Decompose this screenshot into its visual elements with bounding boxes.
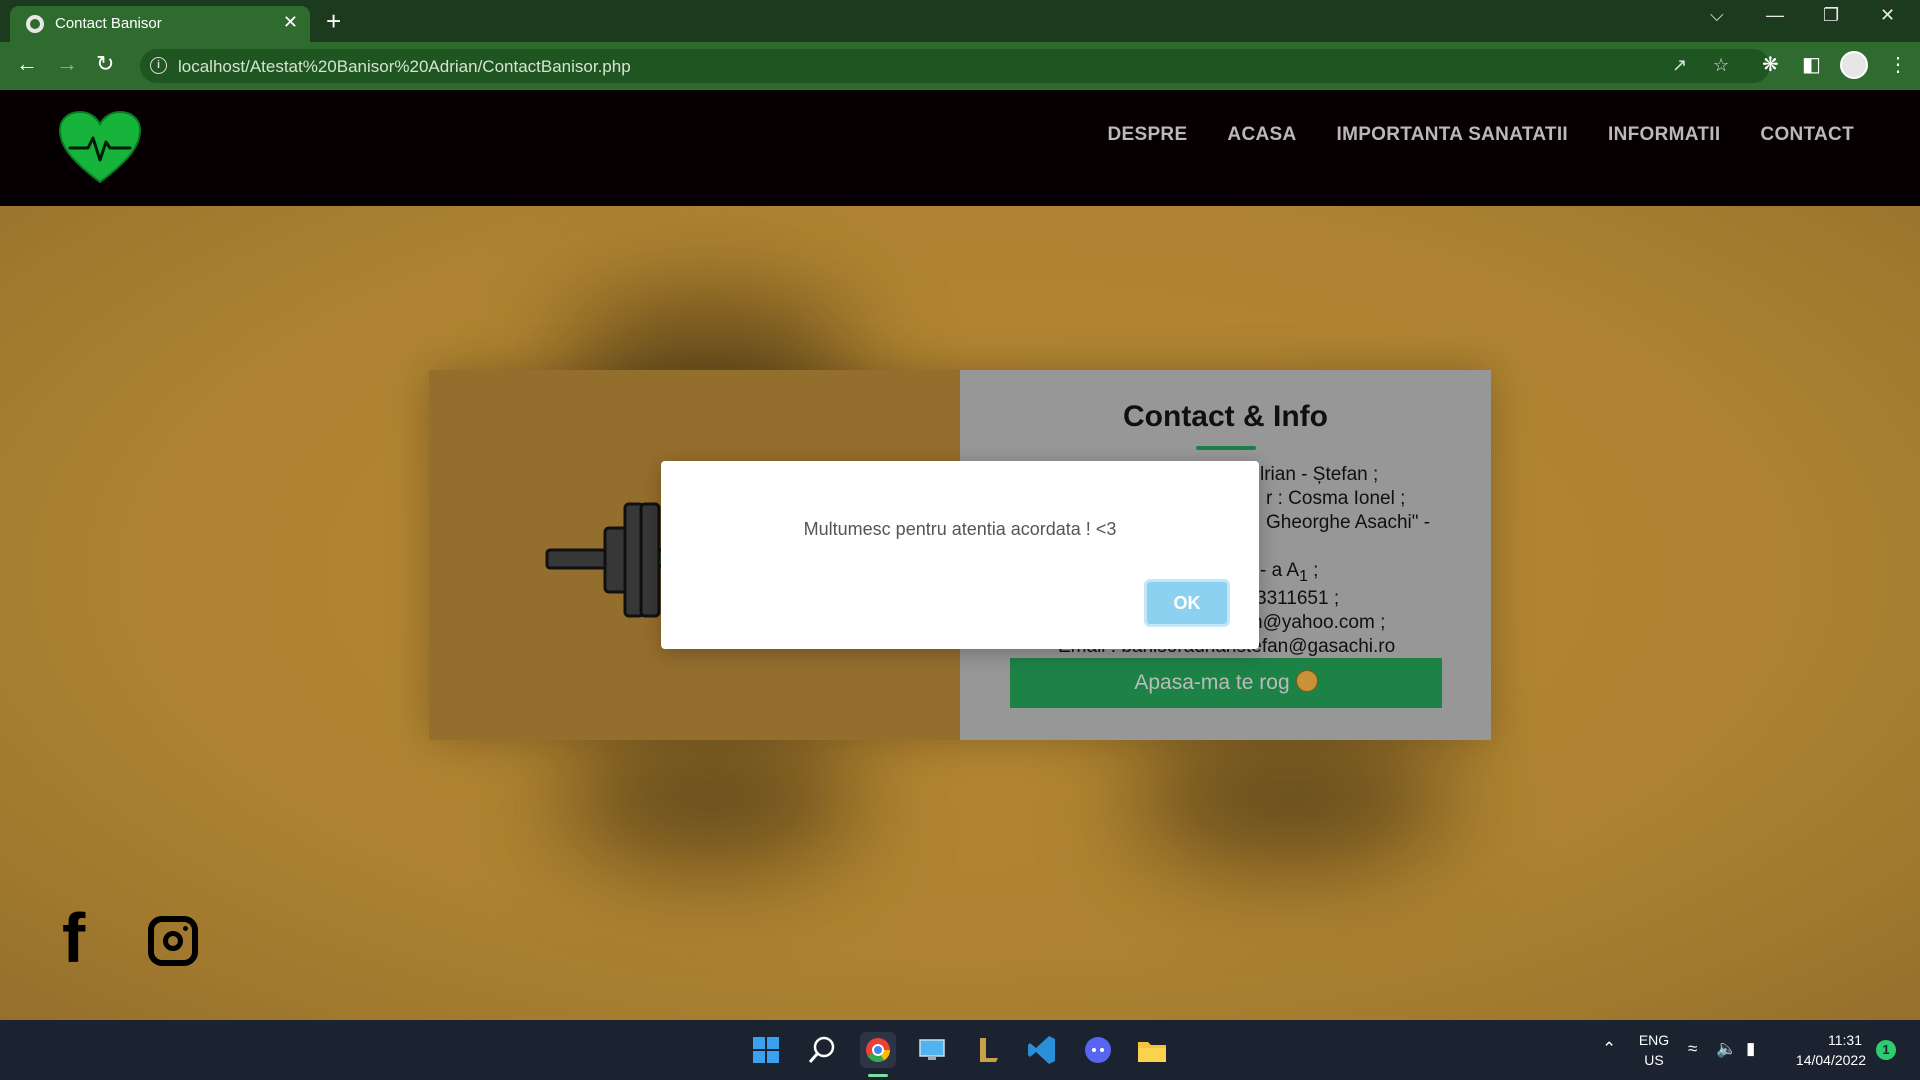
tab-search-chevron-icon[interactable]: ⌵: [1710, 5, 1724, 26]
bookmark-star-icon[interactable]: ☆: [1713, 55, 1729, 76]
wifi-icon[interactable]: ≈: [1688, 1039, 1697, 1059]
new-tab-button[interactable]: +: [326, 6, 341, 36]
browser-toolbar: ← → ↻ i localhost/Atestat%20Banisor%20Ad…: [0, 42, 1920, 90]
alert-dialog: Multumesc pentru atentia acordata ! <3 O…: [661, 461, 1259, 649]
profile-avatar[interactable]: [1840, 51, 1868, 79]
tab-close-icon[interactable]: ✕: [283, 12, 298, 33]
close-window-button[interactable]: ✕: [1880, 5, 1895, 26]
notification-badge[interactable]: 1: [1876, 1040, 1896, 1060]
side-panel-icon[interactable]: ◧: [1802, 52, 1821, 77]
windows-taskbar: ⌃ ENG US ≈ 🔈 ▮ 11:31 14/04/2022: [0, 1020, 1920, 1080]
tab-title: Contact Banisor: [55, 15, 162, 32]
share-icon[interactable]: ↗: [1672, 55, 1687, 76]
browser-tab-bar: Contact Banisor ✕ + ⌵ — ❐ ✕: [0, 0, 1920, 42]
ok-button[interactable]: OK: [1144, 579, 1230, 627]
desktop-icon[interactable]: [914, 1032, 950, 1068]
battery-icon[interactable]: ▮: [1746, 1039, 1755, 1059]
heart-logo-icon[interactable]: [58, 110, 142, 186]
clock-time[interactable]: 11:31: [1786, 1032, 1862, 1048]
forward-arrow-icon[interactable]: →: [56, 51, 78, 77]
extensions-puzzle-icon[interactable]: ❋: [1762, 52, 1779, 77]
vscode-icon[interactable]: [1024, 1032, 1060, 1068]
globe-icon: [26, 15, 44, 33]
site-info-icon[interactable]: i: [150, 57, 167, 74]
nav-link-informatii[interactable]: INFORMATII: [1608, 124, 1720, 146]
restore-button[interactable]: ❐: [1823, 5, 1839, 26]
address-bar[interactable]: i localhost/Atestat%20Banisor%20Adrian/C…: [140, 49, 1770, 83]
active-app-indicator: [868, 1074, 888, 1077]
language-code[interactable]: ENG: [1636, 1032, 1672, 1048]
url-text: localhost/Atestat%20Banisor%20Adrian/Con…: [178, 57, 631, 76]
menu-dots-icon[interactable]: ⋮: [1888, 52, 1908, 77]
windows-start-icon[interactable]: [748, 1032, 784, 1068]
nav-link-despre[interactable]: DESPRE: [1107, 124, 1187, 146]
tray-chevron-up-icon[interactable]: ⌃: [1602, 1039, 1616, 1059]
minimize-button[interactable]: —: [1766, 5, 1784, 26]
alert-message: Multumesc pentru atentia acordata ! <3: [803, 519, 1117, 539]
reload-icon[interactable]: ↻: [96, 51, 114, 77]
site-header: DESPRE ACASA IMPORTANTA SANATATII INFORM…: [0, 90, 1920, 206]
language-region: US: [1644, 1052, 1664, 1068]
nav-link-acasa[interactable]: ACASA: [1227, 124, 1296, 146]
nav-link-importanta-sanatatii[interactable]: IMPORTANTA SANATATII: [1336, 124, 1568, 146]
league-icon[interactable]: [970, 1032, 1006, 1068]
discord-icon[interactable]: [1080, 1032, 1116, 1068]
file-explorer-icon[interactable]: [1134, 1032, 1170, 1068]
chrome-icon[interactable]: [860, 1032, 896, 1068]
clock-date[interactable]: 14/04/2022: [1782, 1052, 1866, 1068]
volume-icon[interactable]: 🔈: [1716, 1039, 1737, 1059]
search-icon[interactable]: [804, 1032, 840, 1068]
main-nav: DESPRE ACASA IMPORTANTA SANATATII INFORM…: [1107, 124, 1854, 146]
nav-link-contact[interactable]: CONTACT: [1760, 124, 1854, 146]
back-arrow-icon[interactable]: ←: [16, 51, 38, 77]
browser-tab[interactable]: Contact Banisor ✕: [10, 6, 310, 42]
